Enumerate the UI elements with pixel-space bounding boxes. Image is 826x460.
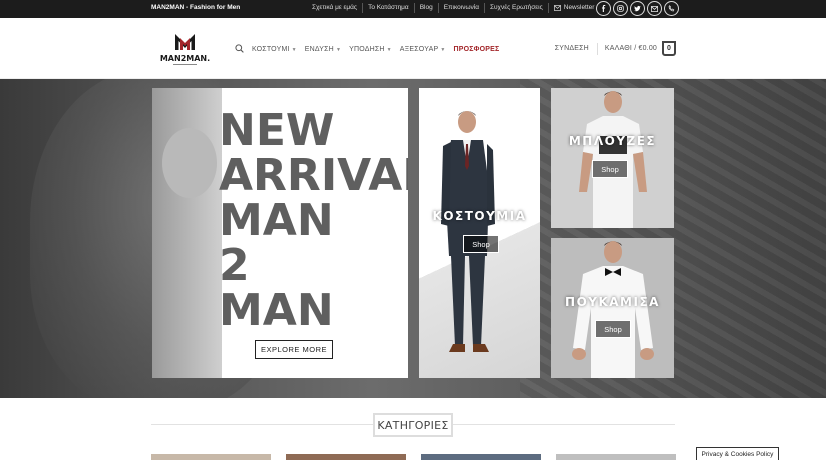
site-tagline: MAN2MAN - Fashion for Men (151, 4, 241, 11)
nav-item-offers[interactable]: ΠΡΟΣΦΟΡΕΣ (453, 46, 499, 53)
privacy-cookies-button[interactable]: Privacy & Cookies Policy (696, 447, 779, 460)
top-link-store[interactable]: Το Κατάστημα (362, 3, 414, 13)
nav-item-shoes[interactable]: ΥΠΟΔΗΣΗ ▼ (349, 46, 392, 53)
categories-heading: ΚΑΤΗΓΟΡΙΕΣ (373, 413, 453, 437)
explore-more-button[interactable]: EXPLORE MORE (255, 340, 333, 359)
chevron-down-icon: ▼ (440, 46, 446, 53)
facebook-icon[interactable] (596, 1, 611, 16)
top-link-about[interactable]: Σχετικά με εμάς (312, 3, 362, 13)
shirts-shop-button[interactable]: Shop (595, 320, 631, 338)
hero-headline: NEW ARRIVAL MAN 2 MAN (219, 108, 408, 333)
twitter-icon[interactable] (630, 1, 645, 16)
newsletter-label: Newsletter (563, 4, 595, 11)
envelope-icon (553, 5, 561, 11)
cart-link[interactable]: ΚΑΛΑΘΙ / €0.00 (605, 45, 657, 52)
category-thumbnail[interactable] (286, 454, 406, 460)
category-thumbnail[interactable] (421, 454, 541, 460)
top-link-contact[interactable]: Επικοινωνία (437, 3, 484, 13)
svg-text:MAN2MAN.: MAN2MAN. (160, 54, 210, 63)
nav-label: ΚΟΣΤΟΥΜΙ (252, 46, 290, 53)
category-thumbnail[interactable] (556, 454, 676, 460)
header-account: ΣΥΝΔΕΣΗ ΚΑΛΑΘΙ / €0.00 0 (555, 41, 676, 56)
cart-count-badge[interactable]: 0 (662, 41, 676, 56)
phone-icon[interactable] (664, 1, 679, 16)
shirts-label: ΠΟΥΚΑΜΙΣΑ (565, 295, 660, 309)
nav-label: ΠΡΟΣΦΟΡΕΣ (453, 46, 500, 53)
site-header: MAN2MAN. ΚΟΣΤΟΥΜΙ ▼ ΕΝΔΥΣΗ ▼ ΥΠΟΔΗΣΗ ▼ ΑΞΕΣ… (0, 18, 826, 79)
instagram-icon[interactable] (613, 1, 628, 16)
shirts-panel[interactable]: ΠΟΥΚΑΜΙΣΑ Shop (551, 238, 674, 378)
search-icon[interactable] (235, 44, 244, 55)
login-link[interactable]: ΣΥΝΔΕΣΗ (555, 45, 589, 52)
nav-item-accessories[interactable]: ΑΞΕΣΟΥΑΡ ▼ (400, 46, 446, 53)
suits-shop-button[interactable]: Shop (463, 235, 499, 253)
suits-panel[interactable]: ΚΟΣΤΟΥΜΙΑ Shop (419, 88, 540, 378)
tshirt-model-image (579, 91, 647, 228)
top-bar: MAN2MAN - Fashion for Men Σχετικά με εμά… (0, 0, 826, 18)
newsletter-link[interactable]: Newsletter (547, 3, 600, 13)
tshirts-label: ΜΠΛΟΥΖΕΣ (568, 134, 657, 148)
top-links: Σχετικά με εμάς Το Κατάστημα Blog Επικοι… (312, 3, 599, 13)
chevron-down-icon: ▼ (291, 46, 297, 53)
chevron-down-icon: ▼ (335, 46, 342, 53)
headline-line: 2 (219, 240, 250, 291)
chevron-down-icon: ▼ (386, 46, 392, 53)
hero-banner: NEW ARRIVAL MAN 2 MAN EXPLORE MORE ΚΟΣΤΟ… (0, 79, 826, 398)
email-icon[interactable] (647, 1, 662, 16)
nav-label: ΑΞΕΣΟΥΑΡ (399, 46, 439, 53)
headline-line: MAN (219, 195, 334, 246)
model-portrait-image (152, 88, 222, 378)
nav-item-clothing[interactable]: ΕΝΔΥΣΗ ▼ (305, 46, 341, 53)
main-nav: ΚΟΣΤΟΥΜΙ ▼ ΕΝΔΥΣΗ ▼ ΥΠΟΔΗΣΗ ▼ ΑΞΕΣΟΥΑΡ ▼ ΠΡΟ… (235, 44, 499, 55)
nav-item-suits[interactable]: ΚΟΣΤΟΥΜΙ ▼ (252, 46, 297, 53)
social-icons (596, 1, 679, 16)
tshirts-panel[interactable]: ΜΠΛΟΥΖΕΣ Shop (551, 88, 674, 228)
headline-line: MAN (219, 285, 334, 336)
top-link-faq[interactable]: Συχνές Ερωτήσεις (483, 3, 548, 13)
suit-model-image (441, 111, 495, 352)
headline-line: ARRIVAL (219, 150, 408, 201)
divider (596, 42, 598, 55)
category-thumbnail[interactable] (151, 454, 271, 460)
nav-label: ΕΝΔΥΣΗ (304, 46, 334, 53)
headline-line: NEW (219, 105, 335, 156)
suits-label: ΚΟΣΤΟΥΜΙΑ (432, 209, 527, 223)
site-logo[interactable]: MAN2MAN. (159, 32, 211, 68)
top-link-blog[interactable]: Blog (413, 3, 438, 13)
tshirts-shop-button[interactable]: Shop (592, 160, 628, 178)
nav-label: ΥΠΟΔΗΣΗ (349, 46, 385, 53)
new-arrival-panel[interactable]: NEW ARRIVAL MAN 2 MAN EXPLORE MORE (152, 88, 408, 378)
